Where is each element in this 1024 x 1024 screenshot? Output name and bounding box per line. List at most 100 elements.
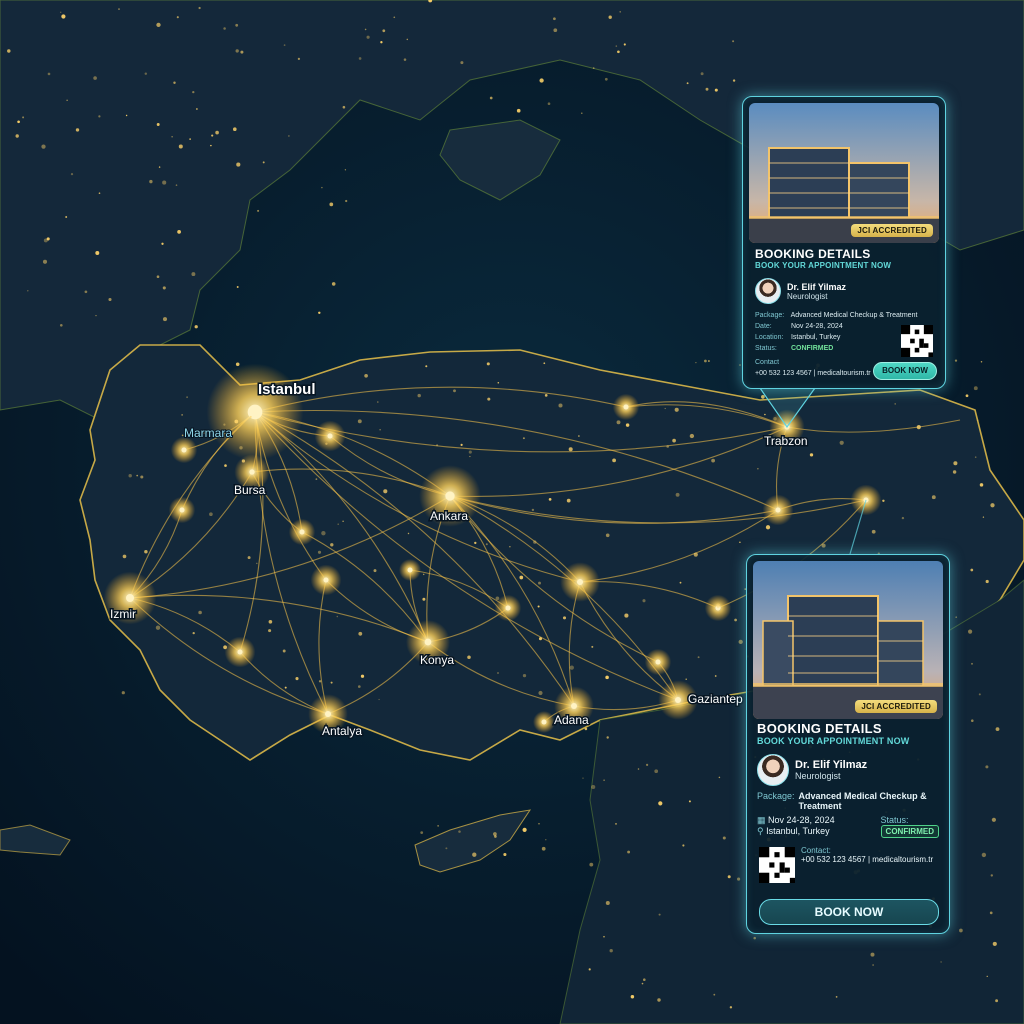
package-label: Package: bbox=[757, 791, 795, 801]
light-speck bbox=[664, 407, 666, 410]
light-speck bbox=[173, 81, 176, 84]
light-speck bbox=[674, 407, 679, 412]
city-dot bbox=[655, 659, 661, 665]
light-speck bbox=[543, 362, 546, 365]
light-speck bbox=[666, 445, 670, 448]
light-speck bbox=[297, 57, 301, 61]
city-dot bbox=[237, 649, 243, 655]
light-speck bbox=[403, 58, 407, 61]
light-speck bbox=[59, 323, 63, 327]
light-speck bbox=[737, 877, 741, 881]
light-speck bbox=[472, 852, 477, 857]
light-speck bbox=[156, 22, 161, 28]
light-speck bbox=[366, 35, 370, 39]
light-speck bbox=[953, 461, 958, 466]
light-speck bbox=[460, 443, 463, 446]
location-value: Istanbul, Turkey bbox=[766, 826, 830, 836]
light-speck bbox=[965, 394, 969, 398]
light-speck bbox=[753, 936, 756, 940]
light-speck bbox=[739, 364, 741, 366]
light-speck bbox=[522, 437, 525, 440]
light-speck bbox=[377, 401, 379, 403]
light-speck bbox=[592, 67, 595, 69]
light-speck bbox=[991, 817, 996, 822]
light-speck bbox=[234, 419, 239, 424]
light-speck bbox=[249, 415, 252, 418]
city-dot bbox=[675, 697, 681, 703]
qr-code[interactable] bbox=[901, 325, 933, 357]
light-speck bbox=[503, 852, 507, 857]
jci-accredited-badge: JCI ACCREDITED bbox=[851, 224, 933, 237]
light-speck bbox=[140, 475, 144, 479]
light-speck bbox=[128, 473, 132, 478]
light-speck bbox=[882, 499, 885, 503]
light-speck bbox=[233, 127, 237, 131]
light-speck bbox=[497, 382, 500, 384]
light-speck bbox=[136, 474, 139, 477]
city-label-bursa: Bursa bbox=[234, 483, 266, 497]
booking-card-trabzon: JCI ACCREDITED BOOKING DETAILS BOOK YOUR… bbox=[742, 96, 946, 389]
light-speck bbox=[215, 130, 219, 135]
light-speck bbox=[738, 639, 743, 645]
light-speck bbox=[757, 468, 759, 470]
light-speck bbox=[223, 27, 226, 30]
light-speck bbox=[378, 698, 380, 701]
qr-code[interactable] bbox=[759, 847, 795, 883]
light-speck bbox=[162, 180, 167, 185]
light-speck bbox=[645, 763, 649, 767]
city-label-istanbul: Istanbul bbox=[258, 381, 316, 398]
light-speck bbox=[181, 414, 183, 416]
light-speck bbox=[516, 108, 521, 113]
light-speck bbox=[940, 961, 942, 963]
light-speck bbox=[968, 629, 973, 634]
date-value: Nov 24-28, 2024 bbox=[768, 815, 835, 825]
light-speck bbox=[809, 453, 814, 457]
light-speck bbox=[364, 28, 367, 31]
light-speck bbox=[256, 562, 258, 565]
light-speck bbox=[727, 875, 731, 879]
light-speck bbox=[971, 719, 974, 722]
light-speck bbox=[315, 478, 318, 481]
light-speck bbox=[519, 575, 524, 580]
light-speck bbox=[704, 359, 707, 363]
light-speck bbox=[588, 968, 591, 971]
city-dot bbox=[775, 507, 781, 513]
light-speck bbox=[657, 998, 661, 1002]
light-speck bbox=[839, 440, 844, 445]
hospital-photo: JCI ACCREDITED bbox=[749, 103, 939, 243]
light-speck bbox=[739, 541, 741, 544]
light-speck bbox=[522, 673, 527, 678]
light-speck bbox=[357, 419, 362, 424]
light-speck bbox=[321, 186, 323, 189]
book-now-button[interactable]: BOOK NOW bbox=[873, 362, 937, 380]
light-speck bbox=[959, 928, 963, 933]
contact-label: Contact: bbox=[801, 846, 831, 855]
light-speck bbox=[695, 361, 697, 364]
light-speck bbox=[407, 532, 410, 535]
light-speck bbox=[685, 678, 687, 681]
light-speck bbox=[95, 314, 97, 317]
light-speck bbox=[732, 79, 736, 82]
light-speck bbox=[210, 144, 212, 147]
light-speck bbox=[192, 90, 195, 94]
light-speck bbox=[177, 230, 181, 234]
light-speck bbox=[7, 49, 11, 53]
book-now-button[interactable]: BOOK NOW bbox=[759, 899, 939, 925]
light-speck bbox=[605, 901, 610, 905]
light-speck bbox=[729, 1006, 733, 1009]
light-speck bbox=[568, 447, 573, 452]
light-speck bbox=[688, 800, 691, 803]
light-speck bbox=[417, 393, 421, 398]
city-label-trabzon: Trabzon bbox=[764, 434, 808, 448]
light-speck bbox=[538, 823, 540, 825]
light-speck bbox=[445, 847, 448, 850]
light-speck bbox=[995, 999, 999, 1003]
light-speck bbox=[66, 99, 68, 101]
light-speck bbox=[321, 531, 326, 536]
light-speck bbox=[697, 656, 700, 659]
light-speck bbox=[487, 397, 491, 401]
light-speck bbox=[211, 134, 214, 137]
light-speck bbox=[605, 675, 609, 680]
light-speck bbox=[713, 993, 716, 996]
light-speck bbox=[61, 14, 66, 19]
